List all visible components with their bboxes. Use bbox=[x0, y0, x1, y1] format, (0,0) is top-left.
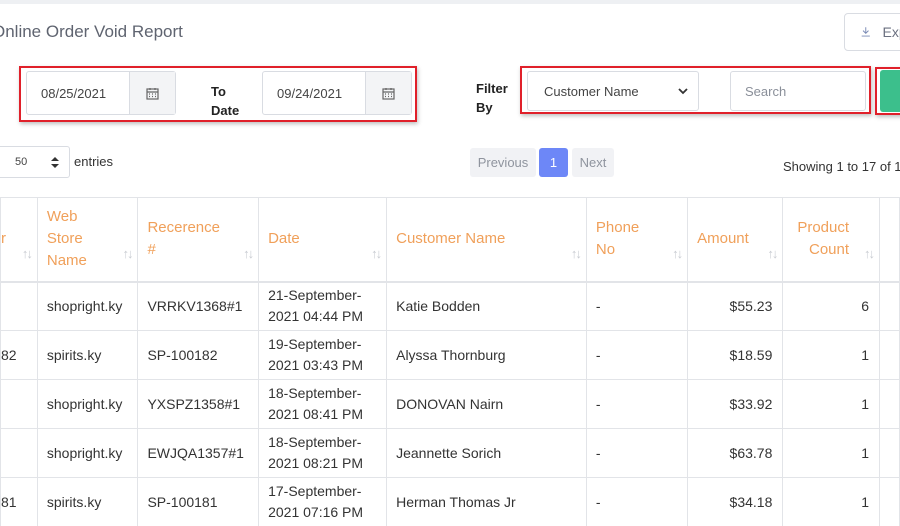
column-header-reference[interactable]: Recerence # ↑↓ bbox=[137, 197, 260, 283]
cell-customer-name: Jeannette Sorich bbox=[386, 428, 587, 478]
next-page-button[interactable]: Next bbox=[572, 148, 614, 177]
entries-select[interactable]: 50 bbox=[0, 146, 70, 178]
cell-web-store: spirits.ky bbox=[36, 330, 139, 380]
column-header-date[interactable]: Date ↑↓ bbox=[258, 197, 388, 283]
sort-icon[interactable]: ↑↓ bbox=[672, 243, 683, 265]
page-title: Online Order Void Report bbox=[0, 22, 183, 41]
cell-web-store: shopright.ky bbox=[36, 379, 139, 429]
top-border bbox=[0, 0, 900, 4]
column-header-customer-name[interactable]: Customer Name ↑↓ bbox=[386, 197, 587, 283]
cell-order: 82 bbox=[0, 330, 38, 380]
date-range-highlight bbox=[19, 66, 417, 122]
cell-amount: $18.59 bbox=[687, 330, 784, 380]
sort-icon[interactable]: ↑↓ bbox=[767, 243, 778, 265]
cell-customer-name: DONOVAN Nairn bbox=[386, 379, 587, 429]
submit-highlight bbox=[875, 67, 900, 115]
sort-icon[interactable]: ↑↓ bbox=[864, 243, 875, 265]
column-header-phone[interactable]: Phone No ↑↓ bbox=[585, 197, 689, 283]
sort-icon[interactable]: ↑↓ bbox=[22, 243, 33, 265]
cell-product-count: 1 bbox=[782, 428, 881, 478]
filter-by-label: Filter By bbox=[476, 81, 508, 115]
export-label: Export bbox=[882, 24, 900, 40]
cell-customer-name: Alyssa Thornburg bbox=[386, 330, 587, 380]
sort-updown-icon bbox=[51, 156, 59, 168]
cell-order bbox=[0, 428, 38, 478]
cell-extra bbox=[879, 379, 900, 429]
showing-info: Showing 1 to 17 of 17 bbox=[783, 159, 900, 174]
cell-date: 19-September- 2021 03:43 PM bbox=[258, 330, 388, 380]
cell-date: 21-September- 2021 04:44 PM bbox=[258, 281, 388, 331]
page-1-button[interactable]: 1 bbox=[539, 148, 568, 177]
cell-extra bbox=[879, 330, 900, 380]
table-row[interactable]: shopright.ky YXSPZ1358#1 18-September- 2021… bbox=[0, 379, 900, 429]
sort-icon[interactable]: ↑↓ bbox=[371, 243, 382, 265]
cell-amount: $63.78 bbox=[687, 428, 784, 478]
table-row[interactable]: shopright.ky VRRKV1368#1 21-September- 2021… bbox=[0, 281, 900, 331]
sort-icon[interactable]: ↑↓ bbox=[122, 243, 133, 265]
cell-extra bbox=[879, 281, 900, 331]
cell-reference: SP-100182 bbox=[137, 330, 260, 380]
column-header-amount[interactable]: Amount ↑↓ bbox=[687, 197, 784, 283]
cell-order bbox=[0, 281, 38, 331]
cell-web-store: shopright.ky bbox=[36, 428, 139, 478]
table-header-row: r ↑↓ Web Store Name ↑↓ Recerence # ↑↓ Date ↑↓ C… bbox=[0, 197, 900, 283]
entries-label: entries bbox=[74, 154, 114, 169]
cell-reference: VRRKV1368#1 bbox=[137, 281, 260, 331]
cell-phone: - bbox=[585, 477, 689, 526]
cell-product-count: 1 bbox=[782, 330, 881, 380]
cell-order: 81 bbox=[0, 477, 38, 526]
cell-reference: EWJQA1357#1 bbox=[137, 428, 260, 478]
cell-reference: SP-100181 bbox=[137, 477, 260, 526]
cell-amount: $34.18 bbox=[687, 477, 784, 526]
previous-page-button[interactable]: Previous bbox=[470, 148, 536, 177]
cell-extra bbox=[879, 477, 900, 526]
table-row[interactable]: shopright.ky EWJQA1357#1 18-September- 2021… bbox=[0, 428, 900, 478]
export-button[interactable]: Export bbox=[844, 13, 900, 51]
cell-customer-name: Herman Thomas Jr bbox=[386, 477, 587, 526]
cell-order bbox=[0, 379, 38, 429]
cell-customer-name: Katie Bodden bbox=[386, 281, 587, 331]
cell-phone: - bbox=[585, 428, 689, 478]
cell-amount: $55.23 bbox=[687, 281, 784, 331]
cell-amount: $33.92 bbox=[687, 379, 784, 429]
column-header-extra bbox=[879, 197, 900, 283]
download-icon bbox=[861, 27, 870, 37]
cell-web-store: shopright.ky bbox=[36, 281, 139, 331]
cell-date: 17-September- 2021 07:16 PM bbox=[258, 477, 388, 526]
cell-product-count: 6 bbox=[782, 281, 881, 331]
cell-extra bbox=[879, 428, 900, 478]
table-row[interactable]: 81 spirits.ky SP-100181 17-September- 2021 0… bbox=[0, 477, 900, 526]
cell-web-store: spirits.ky bbox=[36, 477, 139, 526]
column-header-product-count[interactable]: Product Count ↑↓ bbox=[782, 197, 881, 283]
cell-date: 18-September- 2021 08:41 PM bbox=[258, 379, 388, 429]
cell-phone: - bbox=[585, 330, 689, 380]
table-row[interactable]: 82 spirits.ky SP-100182 19-September- 2021 0… bbox=[0, 330, 900, 380]
cell-reference: YXSPZ1358#1 bbox=[137, 379, 260, 429]
filter-highlight bbox=[520, 66, 871, 114]
sort-icon[interactable]: ↑↓ bbox=[571, 243, 582, 265]
column-header-web-store[interactable]: Web Store Name ↑↓ bbox=[36, 197, 139, 283]
cell-phone: - bbox=[585, 281, 689, 331]
cell-product-count: 1 bbox=[782, 477, 881, 526]
sort-icon[interactable]: ↑↓ bbox=[243, 243, 254, 265]
cell-date: 18-September- 2021 08:21 PM bbox=[258, 428, 388, 478]
report-table: r ↑↓ Web Store Name ↑↓ Recerence # ↑↓ Date ↑↓ C… bbox=[0, 197, 900, 526]
cell-phone: - bbox=[585, 379, 689, 429]
entries-value: 50 bbox=[15, 156, 28, 168]
cell-product-count: 1 bbox=[782, 379, 881, 429]
column-header-order[interactable]: r ↑↓ bbox=[0, 197, 38, 283]
